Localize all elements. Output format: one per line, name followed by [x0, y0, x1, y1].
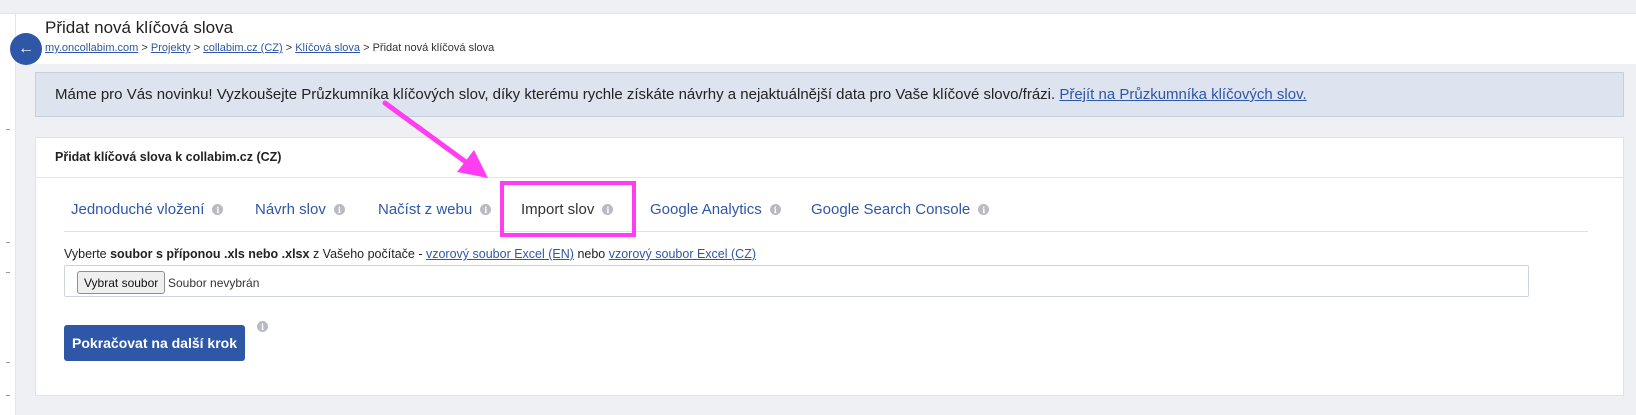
breadcrumb-link-projects[interactable]: Projekty: [151, 42, 191, 54]
rail-tick: [6, 395, 10, 396]
breadcrumb-current: Přidat nová klíčová slova: [372, 42, 495, 54]
arrow-left-icon: ←: [18, 40, 34, 57]
sample-excel-en-link[interactable]: vzorový soubor Excel (EN): [426, 247, 574, 261]
tab-google-search-console[interactable]: Google Search Console i: [811, 201, 990, 218]
notice-text: Máme pro Vás novinku! Vyzkoušejte Průzku…: [55, 86, 1056, 103]
tab-label: Import slov: [521, 201, 595, 218]
breadcrumb-link-keywords[interactable]: Klíčová slova: [295, 42, 360, 54]
info-icon[interactable]: i: [257, 321, 268, 332]
back-button[interactable]: ←: [10, 33, 42, 65]
breadcrumb-separator: >: [193, 42, 201, 54]
tab-label: Jednoduché vložení: [71, 201, 205, 218]
info-icon[interactable]: i: [480, 204, 492, 215]
breadcrumb-separator: >: [363, 42, 370, 54]
info-icon[interactable]: i: [602, 204, 614, 215]
choose-file-button[interactable]: Vybrat soubor: [77, 271, 166, 294]
file-instructions: Vyberte soubor s příponou .xls nebo .xls…: [64, 247, 756, 261]
page-title: Přidat nová klíčová slova: [45, 18, 234, 37]
rail-tick: [6, 129, 10, 130]
notice-banner: Máme pro Vás novinku! Vyzkoušejte Průzku…: [35, 72, 1624, 117]
breadcrumb-separator: >: [141, 42, 148, 54]
tab-google-analytics[interactable]: Google Analytics i: [650, 201, 781, 218]
sample-excel-cz-link[interactable]: vzorový soubor Excel (CZ): [609, 247, 756, 261]
rail-tick: [6, 242, 10, 243]
rail-tick: [6, 362, 10, 363]
breadcrumb-link-home[interactable]: my.oncollabim.com: [45, 42, 138, 54]
card-title: Přidat klíčová slova k collabim.cz (CZ): [36, 138, 1623, 178]
tab-import-words[interactable]: Import slov i: [521, 201, 614, 218]
breadcrumb: my.oncollabim.com > Projekty > collabim.…: [45, 42, 494, 54]
file-label-prefix: Vyberte: [64, 247, 107, 261]
tab-bar: Jednoduché vložení i Návrh slov i Načíst…: [64, 188, 1588, 232]
info-icon[interactable]: i: [978, 204, 990, 215]
notice-link[interactable]: Přejít na Průzkumníka klíčových slov.: [1059, 86, 1306, 103]
header-area: [16, 14, 1636, 64]
breadcrumb-link-project[interactable]: collabim.cz (CZ): [203, 42, 282, 54]
file-status: Soubor nevybrán: [168, 276, 260, 290]
file-label-or: nebo: [577, 247, 606, 261]
tab-label: Načíst z webu: [378, 201, 473, 218]
info-icon[interactable]: i: [769, 204, 781, 215]
rail-tick: [6, 272, 10, 273]
info-icon[interactable]: i: [333, 204, 345, 215]
tab-word-suggestions[interactable]: Návrh slov i: [255, 201, 345, 218]
continue-button[interactable]: Pokračovat na další krok: [64, 325, 245, 361]
info-icon[interactable]: i: [212, 204, 224, 215]
add-keywords-card: Přidat klíčová slova k collabim.cz (CZ) …: [35, 137, 1624, 396]
file-input[interactable]: Vybrat soubor Soubor nevybrán: [64, 265, 1529, 297]
breadcrumb-separator: >: [285, 42, 293, 54]
tab-label: Google Analytics: [650, 201, 762, 218]
tab-label: Návrh slov: [255, 201, 326, 218]
file-label-extensions: soubor s příponou .xls nebo .xlsx: [110, 247, 310, 261]
tab-label: Google Search Console: [811, 201, 971, 218]
left-rail: [0, 14, 16, 415]
tab-simple-insert[interactable]: Jednoduché vložení i: [71, 201, 224, 218]
file-label-middle: z Vašeho počítače -: [312, 247, 423, 261]
tab-load-from-web[interactable]: Načíst z webu i: [378, 201, 492, 218]
